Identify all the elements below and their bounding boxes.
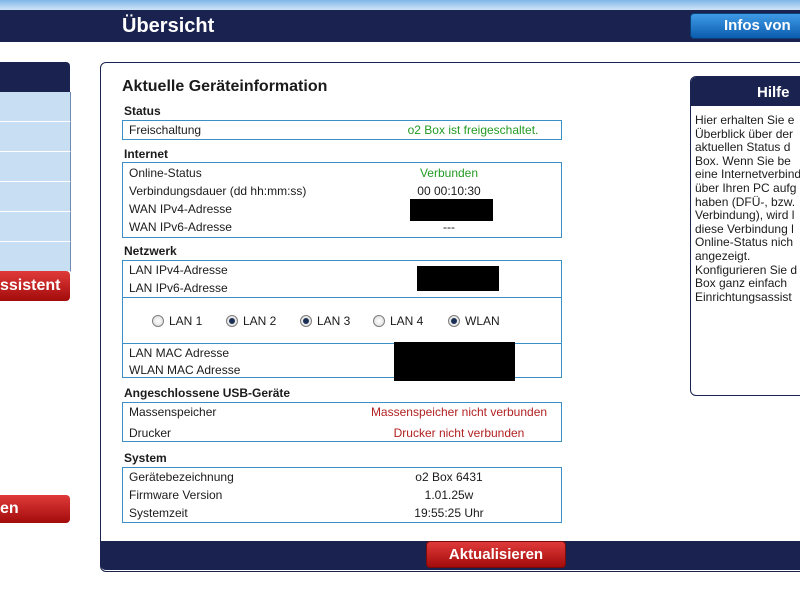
- usb-box: Massenspeicher Massenspeicher nicht verb…: [122, 402, 562, 442]
- infos-button[interactable]: Infos von: [690, 13, 800, 39]
- section-status-label: Status: [124, 104, 161, 118]
- lan-ipv6-label: LAN IPv6-Adresse: [129, 281, 228, 295]
- lan-ipv4-label: LAN IPv4-Adresse: [129, 263, 228, 277]
- printer-value: Drucker nicht verbunden: [393, 426, 525, 440]
- sidebar-header: [0, 62, 70, 92]
- radio-lan3[interactable]: LAN 3: [300, 314, 350, 328]
- radio-lan2-indicator[interactable]: [226, 315, 238, 327]
- radio-wlan-indicator[interactable]: [448, 315, 460, 327]
- lan-mac-label: LAN MAC Adresse: [129, 346, 230, 360]
- system-time-label: Systemzeit: [129, 506, 188, 520]
- wan-ipv6-label: WAN IPv6-Adresse: [129, 220, 232, 234]
- sidebar-item-4[interactable]: [0, 182, 71, 212]
- radio-lan4-indicator[interactable]: [373, 315, 385, 327]
- radio-lan3-indicator[interactable]: [300, 315, 312, 327]
- section-system-label: System: [124, 451, 167, 465]
- freischaltung-value: o2 Box ist freigeschaltet.: [407, 123, 539, 137]
- system-box: Gerätebezeichnung o2 Box 6431 Firmware V…: [122, 467, 562, 523]
- printer-label: Drucker: [129, 426, 172, 440]
- wan-ipv4-label: WAN IPv4-Adresse: [129, 202, 232, 216]
- device-name-value: o2 Box 6431: [415, 470, 483, 484]
- device-name-label: Gerätebezeichnung: [129, 470, 234, 484]
- sidebar-item-5[interactable]: [0, 212, 71, 242]
- help-text: Hier erhalten Sie e Überblick über der a…: [695, 113, 800, 304]
- radio-lan1-indicator[interactable]: [152, 315, 164, 327]
- lan-ip-redaction: [417, 266, 499, 291]
- update-button[interactable]: Aktualisieren: [426, 541, 566, 568]
- wlan-mac-label: WLAN MAC Adresse: [129, 363, 241, 377]
- radio-lan2-label: LAN 2: [243, 314, 277, 328]
- connection-duration-label: Verbindungsdauer (dd hh:mm:ss): [129, 184, 307, 198]
- wan-ipv4-redaction: [410, 199, 493, 221]
- connection-duration-value: 00 00:10:30: [417, 184, 481, 198]
- section-internet-label: Internet: [124, 147, 169, 161]
- mass-storage-value: Massenspeicher nicht verbunden: [370, 405, 548, 419]
- section-usb-label: Angeschlossene USB-Geräte: [124, 386, 291, 400]
- mass-storage-label: Massenspeicher: [129, 405, 217, 419]
- online-status-value: Verbunden: [419, 166, 479, 180]
- radio-lan4-label: LAN 4: [390, 314, 424, 328]
- main-title: Aktuelle Geräteinformation: [122, 78, 328, 95]
- radio-lan1-label: LAN 1: [169, 314, 203, 328]
- system-time-value: 19:55:25 Uhr: [414, 506, 484, 520]
- help-title: Hilfe: [757, 84, 790, 101]
- sidebar-item-1[interactable]: [0, 92, 71, 122]
- network-divider-top: [123, 297, 561, 298]
- sidebar-item-6[interactable]: [0, 242, 71, 272]
- assistant-button[interactable]: ssistent: [0, 271, 70, 301]
- section-network-label: Netzwerk: [124, 244, 177, 258]
- status-box: Freischaltung o2 Box ist freigeschaltet.: [122, 120, 562, 140]
- top-gradient-stripe: [0, 0, 800, 10]
- wan-ipv6-value: ---: [443, 220, 455, 234]
- firmware-label: Firmware Version: [129, 488, 223, 502]
- page-title: Übersicht: [122, 15, 215, 37]
- sidebar-item-3[interactable]: [0, 152, 71, 182]
- sidebar-bottom-button[interactable]: en: [0, 495, 70, 523]
- freischaltung-label: Freischaltung: [129, 123, 202, 137]
- firmware-value: 1.01.25w: [424, 488, 474, 502]
- radio-lan2[interactable]: LAN 2: [226, 314, 276, 328]
- radio-lan4[interactable]: LAN 4: [373, 314, 423, 328]
- online-status-label: Online-Status: [129, 166, 202, 180]
- mac-redaction: [394, 342, 515, 381]
- radio-wlan-label: WLAN: [465, 314, 500, 328]
- sidebar-item-2[interactable]: [0, 122, 71, 152]
- header-bar: [0, 10, 800, 42]
- radio-lan1[interactable]: LAN 1: [152, 314, 202, 328]
- radio-lan3-label: LAN 3: [317, 314, 351, 328]
- internet-box: Online-Status Verbunden Verbindungsdauer…: [122, 162, 562, 238]
- radio-wlan[interactable]: WLAN: [448, 314, 500, 328]
